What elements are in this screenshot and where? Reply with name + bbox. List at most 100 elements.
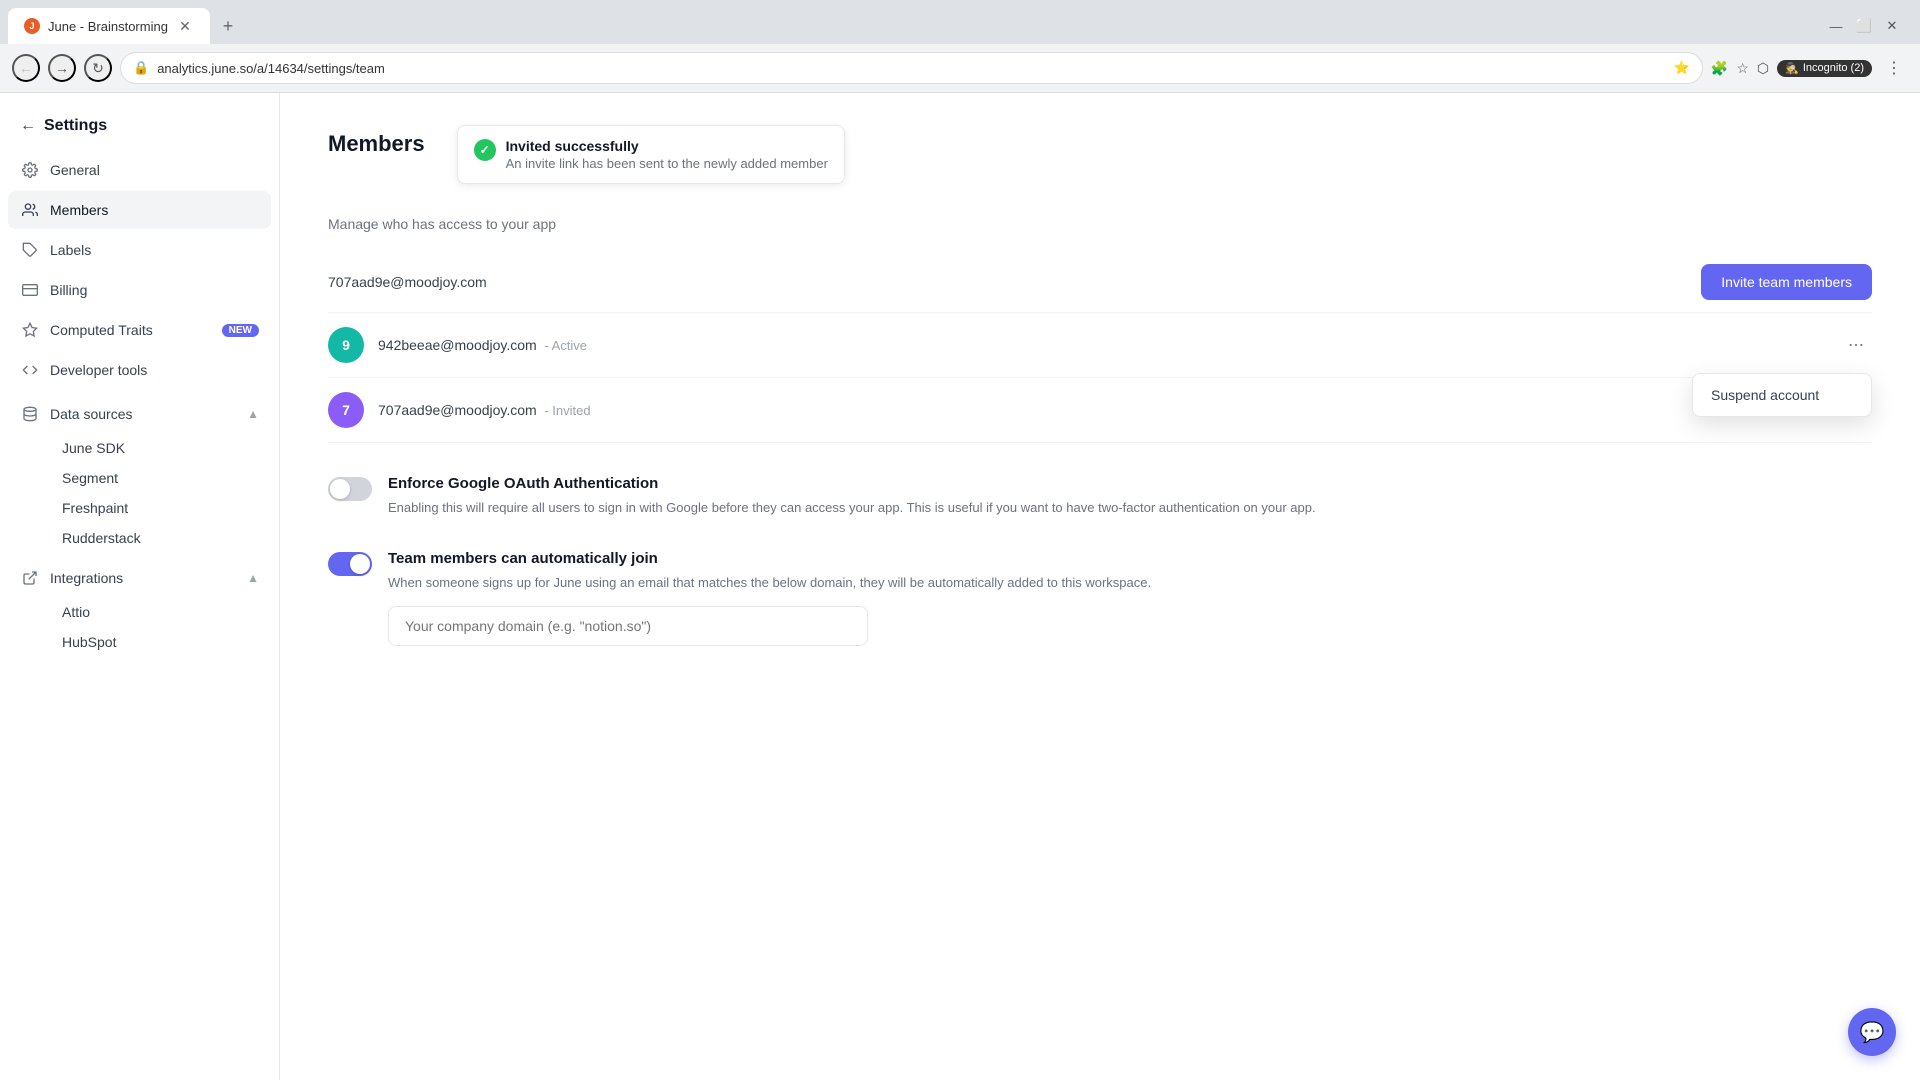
sidebar-item-label: Developer tools <box>50 362 259 378</box>
member-options-button-0[interactable]: ⋯ <box>1840 329 1872 361</box>
member-email-0: 942beeae@moodjoy.com - Active <box>378 337 1826 353</box>
oauth-section-description: Enabling this will require all users to … <box>388 498 1316 518</box>
sparkle-icon <box>20 320 40 340</box>
auto-join-toggle-text: Team members can automatically join When… <box>388 550 1151 647</box>
member-avatar-0: 9 <box>328 327 364 363</box>
page-subtitle: Manage who has access to your app <box>328 216 1872 232</box>
integrations-sub-items: Attio HubSpot <box>8 597 271 657</box>
main-content: Members ✓ Invited successfully An invite… <box>280 93 1920 1080</box>
sidebar-back-header[interactable]: ← Settings <box>0 109 279 151</box>
toast-title: Invited successfully <box>506 138 828 154</box>
auto-join-toggle-row: Team members can automatically join When… <box>328 550 1872 647</box>
bookmark-button[interactable]: ☆ <box>1736 60 1749 77</box>
active-tab[interactable]: J June - Brainstorming ✕ <box>8 8 210 44</box>
toast-subtitle: An invite link has been sent to the newl… <box>506 156 828 171</box>
sidebar-item-computed-traits[interactable]: Computed Traits New <box>8 311 271 349</box>
sidebar-item-label: General <box>50 162 259 178</box>
gear-icon <box>20 160 40 180</box>
window-maximize-button[interactable]: ⬜ <box>1852 14 1876 38</box>
sidebar-sub-item-segment[interactable]: Segment <box>50 463 271 493</box>
sidebar-group-header-integrations[interactable]: Integrations ▲ <box>8 559 271 597</box>
credit-card-icon <box>20 280 40 300</box>
window-minimize-button[interactable]: — <box>1824 14 1848 38</box>
sidebar-sub-item-rudderstack[interactable]: Rudderstack <box>50 523 271 553</box>
dropdown-item-suspend[interactable]: Suspend account <box>1697 378 1867 412</box>
chevron-up-icon: ▲ <box>247 571 259 585</box>
sidebar-group-header-data-sources[interactable]: Data sources ▲ <box>8 395 271 433</box>
sidebar-item-labels[interactable]: Labels <box>8 231 271 269</box>
oauth-toggle-row: Enforce Google OAuth Authentication Enab… <box>328 475 1872 518</box>
address-bar-icons: ⭐ <box>1674 60 1690 76</box>
success-toast: ✓ Invited successfully An invite link ha… <box>457 125 845 184</box>
new-badge: New <box>222 324 259 337</box>
tab-favicon: J <box>24 18 40 34</box>
users-icon <box>20 200 40 220</box>
sidebar-sub-item-attio[interactable]: Attio <box>50 597 271 627</box>
member-email-1: 707aad9e@moodjoy.com - Invited <box>378 402 1872 418</box>
refresh-button[interactable]: ↻ <box>84 54 112 82</box>
domain-input-wrapper <box>388 606 1151 646</box>
sidebar-item-members[interactable]: Members <box>8 191 271 229</box>
tab-close-button[interactable]: ✕ <box>176 17 194 35</box>
address-bar-row: ← → ↻ 🔒 analytics.june.so/a/14634/settin… <box>0 44 1920 92</box>
oauth-toggle[interactable] <box>328 477 372 501</box>
auto-join-section: Team members can automatically join When… <box>328 550 1872 647</box>
plug-icon <box>20 568 40 588</box>
sidebar-item-developer-tools[interactable]: Developer tools <box>8 351 271 389</box>
page-title: Members <box>328 131 425 157</box>
oauth-section: Enforce Google OAuth Authentication Enab… <box>328 475 1872 518</box>
window-close-button[interactable]: ✕ <box>1880 14 1904 38</box>
sidebar-group-label: Data sources <box>50 406 237 422</box>
chevron-up-icon: ▲ <box>247 407 259 421</box>
auto-join-section-title: Team members can automatically join <box>388 550 1151 567</box>
toggle-knob <box>350 554 370 574</box>
chat-fab-button[interactable]: 💬 <box>1848 1008 1896 1056</box>
toggle-knob <box>330 479 350 499</box>
profile-button[interactable]: ⬡ <box>1757 60 1769 77</box>
back-arrow-icon: ← <box>20 117 36 135</box>
sidebar-sub-item-hubspot[interactable]: HubSpot <box>50 627 271 657</box>
back-button[interactable]: ← <box>12 54 40 82</box>
sidebar-item-billing[interactable]: Billing <box>8 271 271 309</box>
incognito-badge: 🕵 Incognito (2) <box>1777 60 1872 77</box>
tag-icon <box>20 240 40 260</box>
member-dropdown-menu: Suspend account <box>1692 373 1872 417</box>
extensions-button[interactable]: 🧩 <box>1711 60 1728 77</box>
sidebar-item-label: Computed Traits <box>50 322 212 338</box>
domain-input[interactable] <box>388 606 868 646</box>
toast-text: Invited successfully An invite link has … <box>506 138 828 171</box>
sidebar-item-label: Members <box>50 202 259 218</box>
sidebar-nav: General Members Labels <box>0 151 279 657</box>
sidebar-item-label: Labels <box>50 242 259 258</box>
new-tab-button[interactable]: + <box>214 12 242 40</box>
current-user-row: 707aad9e@moodjoy.com Invite team members <box>328 252 1872 313</box>
member-status-0: - Active <box>541 338 587 353</box>
sidebar-sub-item-freshpaint[interactable]: Freshpaint <box>50 493 271 523</box>
app-layout: ← Settings General Members <box>0 93 1920 1080</box>
current-user-email: 707aad9e@moodjoy.com <box>328 274 487 290</box>
sidebar-sub-item-june-sdk[interactable]: June SDK <box>50 433 271 463</box>
forward-button[interactable]: → <box>48 54 76 82</box>
oauth-section-title: Enforce Google OAuth Authentication <box>388 475 1316 492</box>
tab-bar: J June - Brainstorming ✕ + — ⬜ ✕ <box>0 0 1920 44</box>
browser-chrome: J June - Brainstorming ✕ + — ⬜ ✕ ← → ↻ 🔒… <box>0 0 1920 93</box>
data-sources-sub-items: June SDK Segment Freshpaint Rudderstack <box>8 433 271 553</box>
chrome-menu-button[interactable]: ⋮ <box>1880 54 1908 82</box>
auto-join-toggle[interactable] <box>328 552 372 576</box>
chat-icon: 💬 <box>1860 1020 1885 1045</box>
invite-team-members-button[interactable]: Invite team members <box>1701 264 1872 300</box>
checkmark-icon: ✓ <box>480 143 490 157</box>
auto-join-section-description: When someone signs up for June using an … <box>388 573 1151 593</box>
address-bar[interactable]: 🔒 analytics.june.so/a/14634/settings/tea… <box>120 52 1703 84</box>
member-status-1: - Invited <box>541 403 591 418</box>
database-icon <box>20 404 40 424</box>
member-row-0: 9 942beeae@moodjoy.com - Active ⋯ Suspen… <box>328 313 1872 378</box>
sidebar-item-general[interactable]: General <box>8 151 271 189</box>
oauth-toggle-text: Enforce Google OAuth Authentication Enab… <box>388 475 1316 518</box>
sidebar-group-data-sources: Data sources ▲ June SDK Segment Freshpai… <box>8 395 271 553</box>
sidebar-group-label: Integrations <box>50 570 237 586</box>
sidebar-item-label: Billing <box>50 282 259 298</box>
member-avatar-1: 7 <box>328 392 364 428</box>
code-icon <box>20 360 40 380</box>
success-icon: ✓ <box>474 139 496 161</box>
